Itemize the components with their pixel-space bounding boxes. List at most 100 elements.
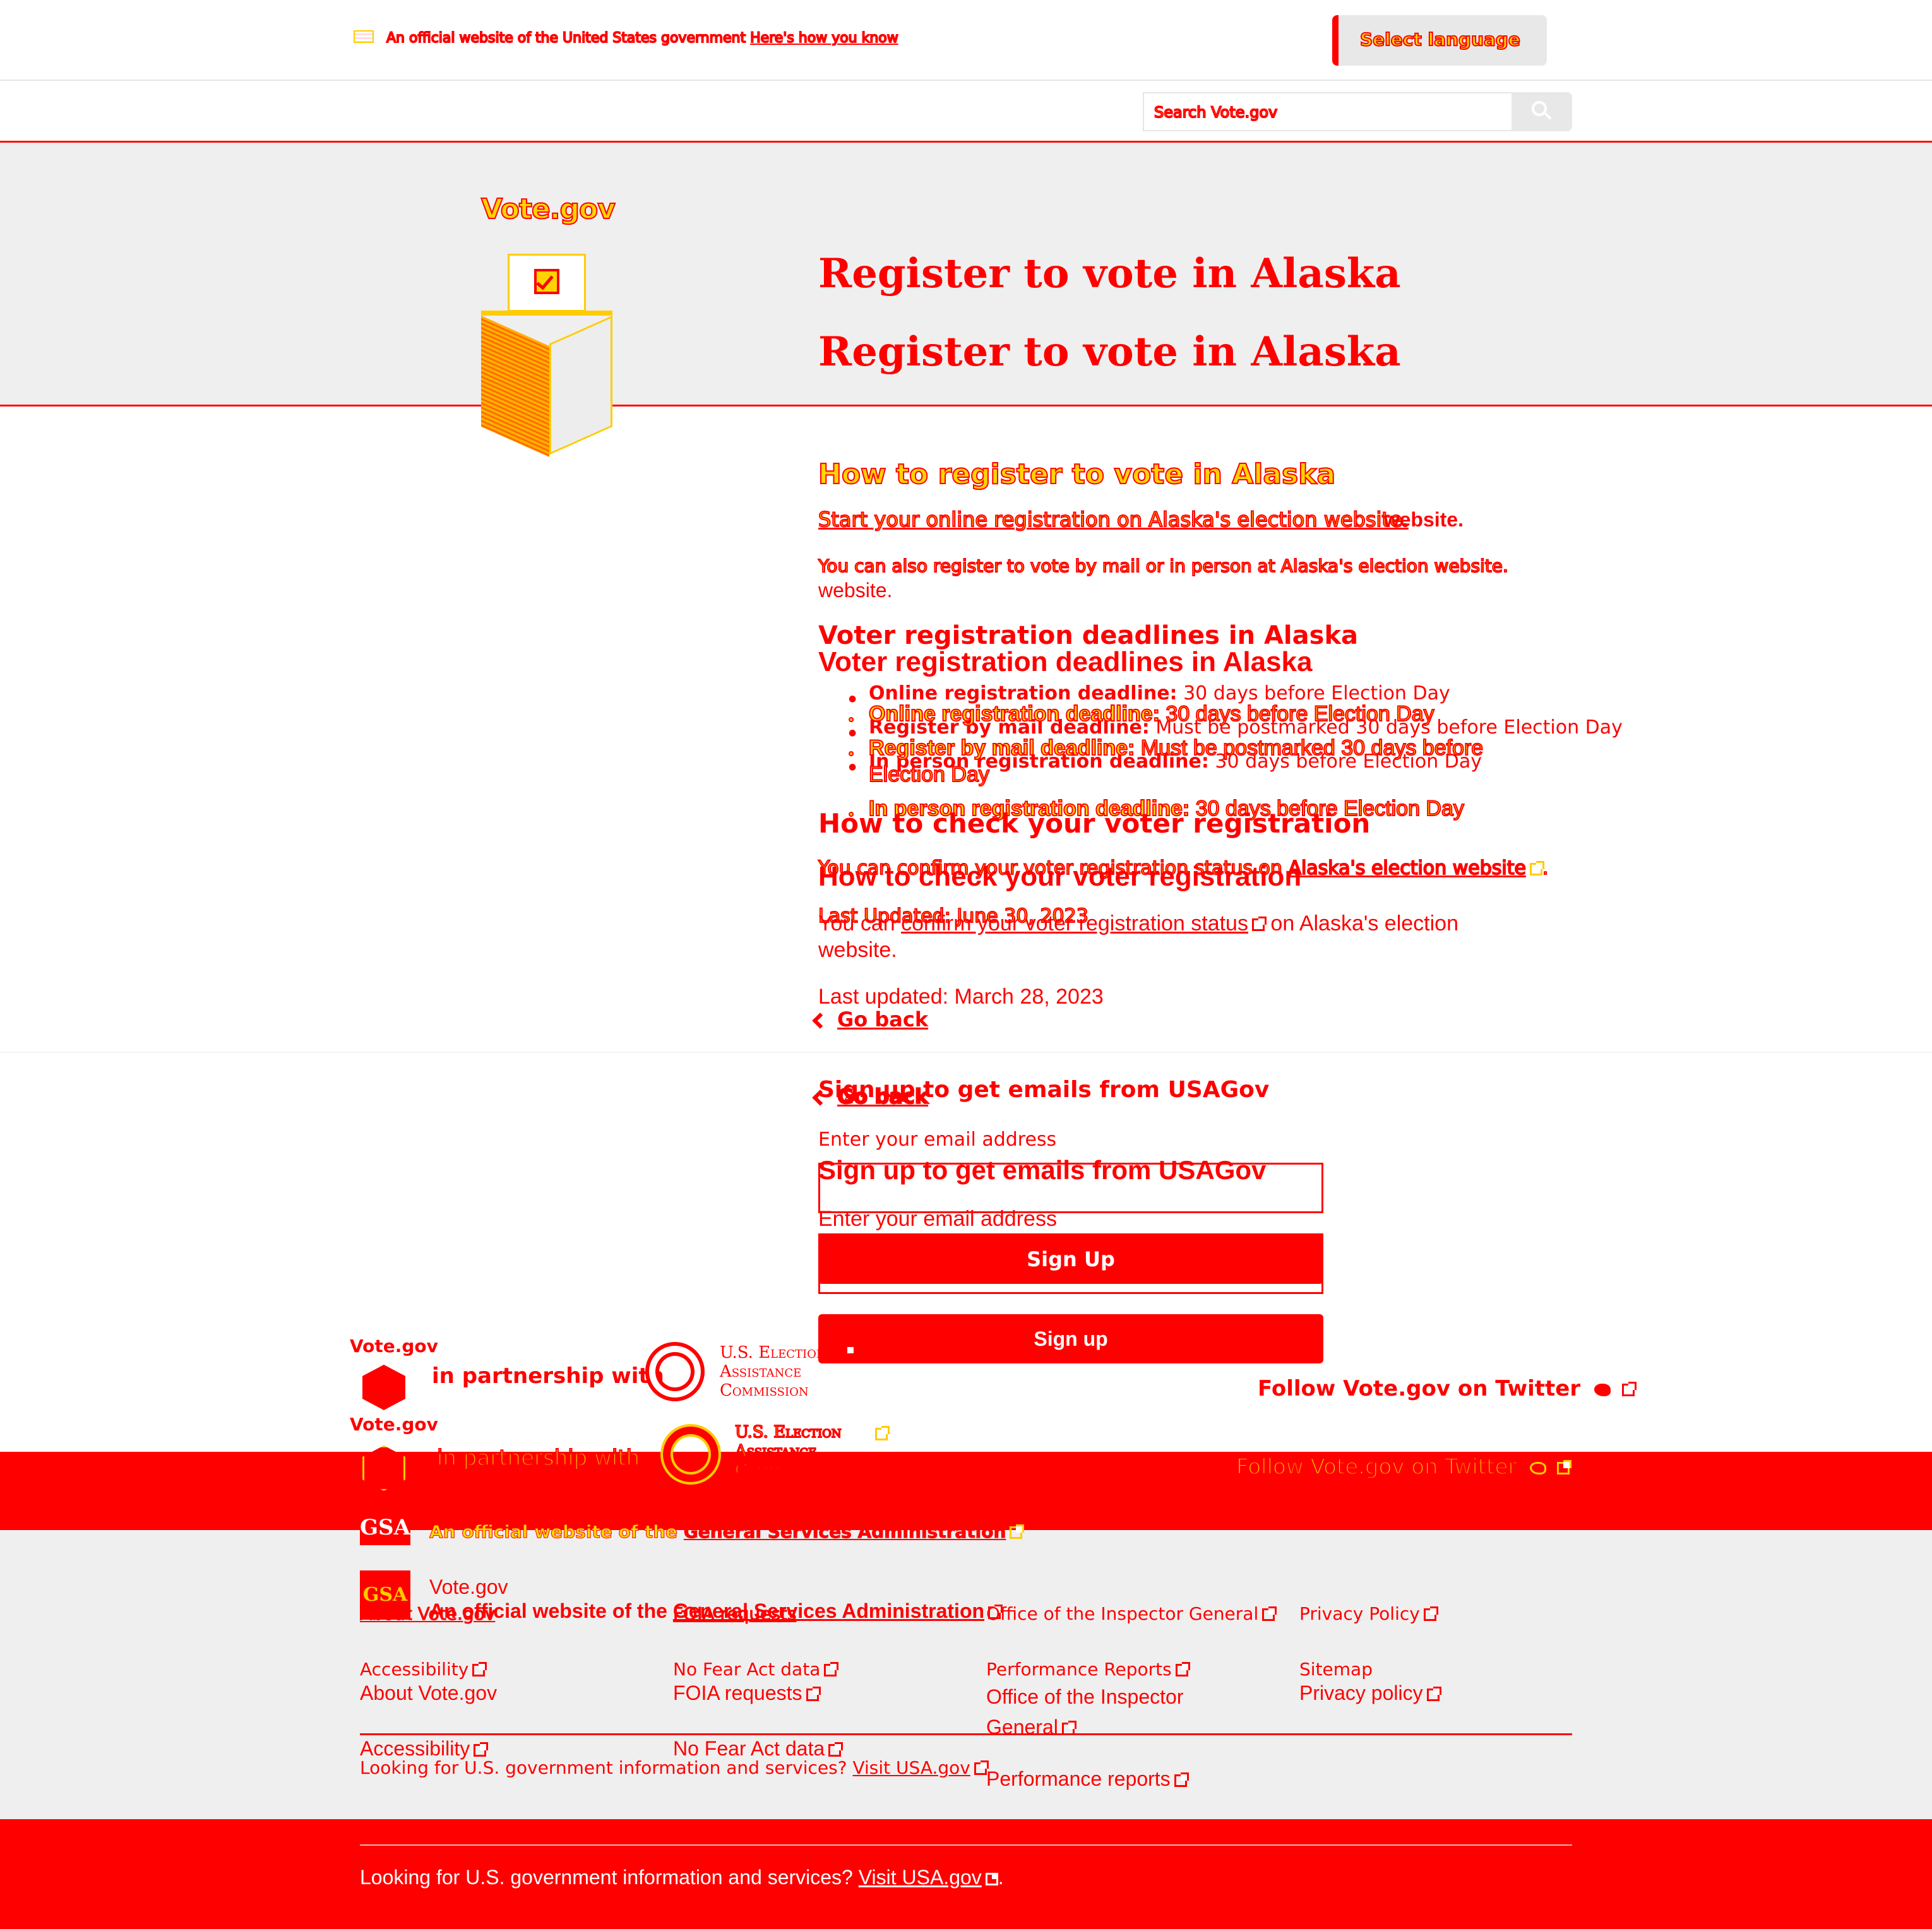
- footer-link-about-dup[interactable]: About Vote.gov: [360, 1682, 497, 1705]
- footer-link-label[interactable]: Privacy policy: [1299, 1682, 1423, 1704]
- eac-seal-icon: [645, 1342, 705, 1401]
- last-updated-duplicate: Last updated: March 28, 2023: [818, 985, 1104, 1009]
- footer-link-label[interactable]: Privacy Policy: [1299, 1603, 1420, 1624]
- footer-link-label[interactable]: FOIA requests: [672, 1603, 796, 1625]
- ballot-box-icon: [477, 250, 616, 458]
- email-input[interactable]: [818, 1163, 1323, 1213]
- footer-site-name-duplicate: Vote.gov: [429, 1576, 508, 1598]
- deadlines-heading-duplicate: Voter registration deadlines in Alaska: [818, 646, 1313, 677]
- footer-link-label[interactable]: Accessibility: [360, 1737, 470, 1760]
- search-button[interactable]: [1512, 92, 1572, 131]
- twitter-icon: [1530, 1461, 1547, 1475]
- search-icon-handle: [1544, 112, 1552, 120]
- partner-band: [0, 1452, 1932, 1530]
- external-link-icon: [985, 1870, 1000, 1885]
- footer-link-label[interactable]: Accessibility: [360, 1659, 468, 1680]
- in-partnership-text-duplicate: in partnership with: [436, 1445, 640, 1471]
- footer-link-label[interactable]: Sitemap: [1299, 1659, 1373, 1680]
- external-link-icon: [1621, 1381, 1637, 1396]
- footer-link-privacy-dup[interactable]: Privacy policy: [1299, 1682, 1441, 1705]
- bottom-divider: [360, 1844, 1572, 1846]
- signup-button[interactable]: Sign Up: [818, 1235, 1323, 1284]
- eac-name-duplicate[interactable]: U.S. Election Assistance Commission: [734, 1422, 842, 1480]
- search-input[interactable]: Search Vote.gov: [1143, 92, 1512, 131]
- go-back-link[interactable]: Go back: [812, 1007, 928, 1031]
- gsa-logo[interactable]: GSA: [360, 1510, 410, 1545]
- footer-link-label[interactable]: About Vote.gov: [359, 1603, 495, 1625]
- confirm-status-link[interactable]: confirm your voter registration status: [901, 911, 1248, 935]
- eac-line: Commission: [720, 1381, 809, 1400]
- chevron-left-icon: [812, 1089, 828, 1106]
- partner-vote-logo-duplicate[interactable]: Vote.gov: [350, 1414, 438, 1435]
- search-placeholder: Search Vote.gov: [1154, 103, 1278, 122]
- external-link-icon: [1423, 1606, 1438, 1621]
- twitter-follow-link-duplicate[interactable]: Follow Vote.gov on Twitter: [1236, 1454, 1571, 1480]
- page-title-duplicate: Register to vote in Alaska: [818, 328, 1401, 376]
- external-link-icon: [1175, 1662, 1190, 1677]
- footer-link-label[interactable]: No Fear Act data: [673, 1659, 820, 1680]
- external-link-icon: [974, 1760, 989, 1775]
- footer-link-label[interactable]: Performance Reports: [986, 1659, 1172, 1680]
- footer-link-performance-dup[interactable]: Performance reports: [986, 1767, 1189, 1791]
- eac-line: Assistance: [720, 1362, 802, 1381]
- footer-link-oig[interactable]: Office of the Inspector General: [986, 1603, 1277, 1624]
- visit-usa-gov-link[interactable]: Visit USA.gov: [859, 1866, 982, 1889]
- twitter-label: Follow Vote.gov on Twitter: [1236, 1454, 1517, 1480]
- usa-gov-text: Looking for U.S. government information …: [360, 1757, 989, 1778]
- footer-link-about[interactable]: About Vote.gov: [359, 1603, 495, 1625]
- usa-gov-text-duplicate: Looking for U.S. government information …: [360, 1866, 1004, 1889]
- select-language-button[interactable]: Select language: [1332, 15, 1547, 66]
- footer-link-label[interactable]: FOIA requests: [673, 1682, 802, 1704]
- footer-link-foia-dup[interactable]: FOIA requests: [673, 1682, 821, 1705]
- footer-link-no-fear[interactable]: No Fear Act data: [673, 1659, 839, 1680]
- visit-usa-gov-link[interactable]: Visit USA.gov: [852, 1757, 970, 1778]
- eac-line: Assistance: [734, 1441, 817, 1461]
- deadline-value: 30 days before Election Day: [1159, 701, 1434, 727]
- footer-link-accessibility[interactable]: Accessibility: [360, 1659, 487, 1680]
- email-label-duplicate: Enter your email address: [818, 1207, 1057, 1231]
- deadline-label: Register by mail deadline:: [868, 735, 1135, 761]
- partner-vote-logo[interactable]: Vote.gov: [350, 1336, 438, 1356]
- mail-registration-suffix: website.: [818, 579, 893, 602]
- external-link-icon: [1251, 917, 1267, 932]
- footer-site-name: Vote.gov: [429, 1497, 518, 1518]
- go-back-link-duplicate[interactable]: Go back: [812, 1084, 929, 1109]
- signup-button-duplicate[interactable]: Sign up: [818, 1314, 1323, 1363]
- us-flag-icon: [354, 30, 374, 43]
- eac-line: Commission: [734, 1460, 825, 1480]
- footer-link-performance[interactable]: Performance Reports: [986, 1659, 1190, 1680]
- select-language-label: Select language: [1359, 28, 1521, 50]
- heres-how-link[interactable]: Here's how you know: [749, 30, 899, 47]
- mail-registration-text: You can also register to vote by mail or…: [818, 555, 1551, 602]
- footer-official-text: An official website of the General Servi…: [429, 1521, 1025, 1543]
- external-link-icon: [824, 1662, 839, 1677]
- go-back-label[interactable]: Go back: [837, 1084, 929, 1109]
- footer-link-label[interactable]: Performance reports: [986, 1767, 1171, 1790]
- footer-link-sitemap[interactable]: Sitemap: [1299, 1659, 1373, 1680]
- external-link-icon: [806, 1686, 821, 1701]
- gsa-link[interactable]: General Services Administration: [683, 1521, 1006, 1543]
- eac-name[interactable]: U.S. Election Assistance Commission: [720, 1343, 826, 1400]
- footer-link-foia[interactable]: FOIA requests: [672, 1603, 796, 1625]
- footer-link-label[interactable]: No Fear Act data: [673, 1737, 825, 1760]
- content-band: [0, 1052, 1932, 1053]
- footer-link-label[interactable]: Office of the Inspector General: [986, 1685, 1183, 1738]
- vote-gov-logo[interactable]: Vote.gov: [480, 193, 616, 226]
- usa-prefix: Looking for U.S. government information …: [360, 1866, 859, 1889]
- start-registration-link[interactable]: Start your online registration on Alaska…: [818, 507, 1409, 532]
- check-election-website-link[interactable]: Alaska's election website: [1287, 857, 1526, 880]
- go-back-label[interactable]: Go back: [837, 1007, 928, 1031]
- footer-link-label[interactable]: Office of the Inspector General: [986, 1603, 1258, 1624]
- footer-link-label[interactable]: About Vote.gov: [360, 1682, 497, 1704]
- mail-registration-line[interactable]: You can also register to vote by mail or…: [818, 555, 1551, 577]
- footer-divider: [360, 1733, 1572, 1735]
- footer-link-privacy[interactable]: Privacy Policy: [1299, 1603, 1438, 1624]
- twitter-label: Follow Vote.gov on Twitter: [1258, 1376, 1581, 1401]
- official-prefix: An official website of the: [429, 1521, 684, 1543]
- twitter-follow-link[interactable]: Follow Vote.gov on Twitter: [1258, 1376, 1637, 1401]
- page-title: Register to vote in Alaska: [818, 250, 1401, 297]
- how-to-register-heading: How to register to vote in Alaska: [818, 458, 1336, 491]
- email-label: Enter your email address: [818, 1129, 1057, 1151]
- check-registration-heading: How to check your voter registration: [818, 808, 1371, 839]
- eac-seal-icon: [660, 1424, 721, 1485]
